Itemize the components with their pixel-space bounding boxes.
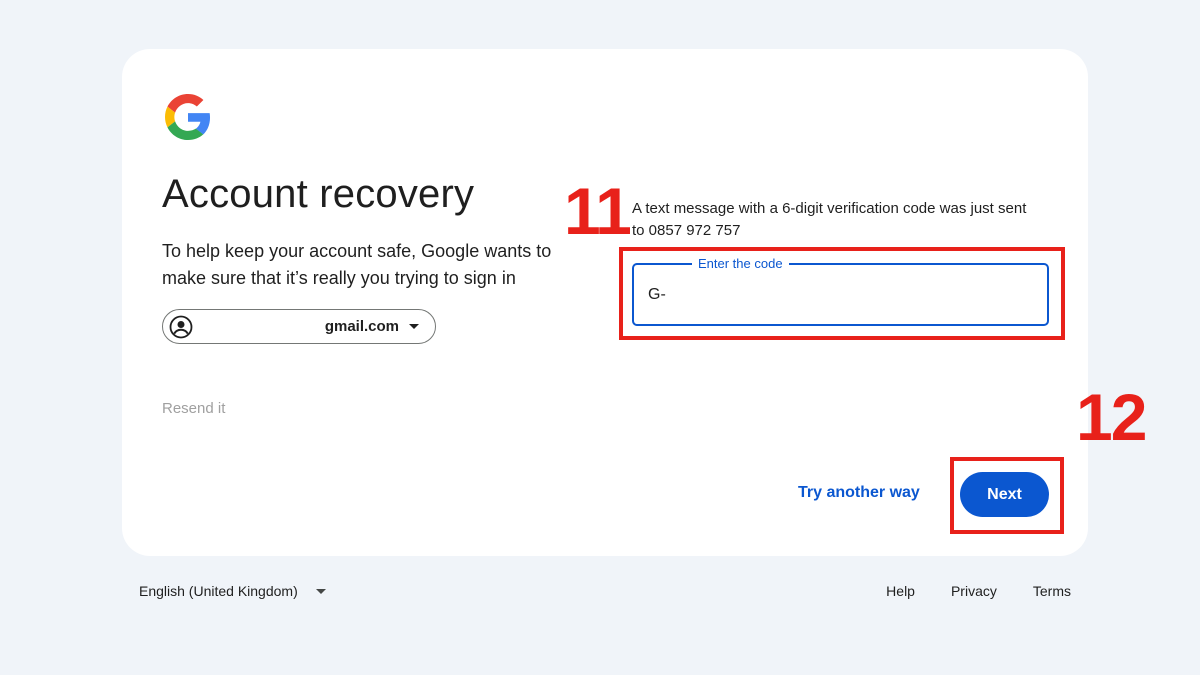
step-annotation-code: 11 — [564, 174, 632, 248]
code-field[interactable]: Enter the code — [632, 256, 1049, 326]
terms-link[interactable]: Terms — [1033, 583, 1071, 599]
account-email: gmail.com — [324, 318, 399, 335]
language-selector[interactable]: English (United Kingdom) — [139, 583, 326, 599]
caret-down-icon — [315, 588, 326, 594]
page: Account recovery To help keep your accou… — [0, 0, 1200, 675]
page-title: Account recovery — [162, 172, 475, 216]
account-circle-icon — [169, 315, 193, 338]
code-field-label: Enter the code — [692, 256, 789, 272]
step-annotation-next: 12 — [1076, 380, 1147, 454]
next-button[interactable]: Next — [960, 472, 1049, 517]
verification-message: A text message with a 6-digit verificati… — [632, 200, 1027, 239]
code-input[interactable] — [648, 283, 1028, 307]
try-another-way-link[interactable]: Try another way — [798, 484, 920, 502]
help-link[interactable]: Help — [886, 583, 915, 599]
caret-down-icon — [409, 324, 419, 329]
page-subtitle: To help keep your account safe, Google w… — [162, 241, 552, 288]
resend-link[interactable]: Resend it — [162, 400, 225, 417]
privacy-link[interactable]: Privacy — [951, 583, 997, 599]
footer-links: Help Privacy Terms — [886, 583, 1071, 599]
account-chip[interactable]: gmail.com — [162, 309, 436, 344]
language-label: English (United Kingdom) — [139, 583, 298, 599]
google-logo-icon — [165, 94, 211, 140]
